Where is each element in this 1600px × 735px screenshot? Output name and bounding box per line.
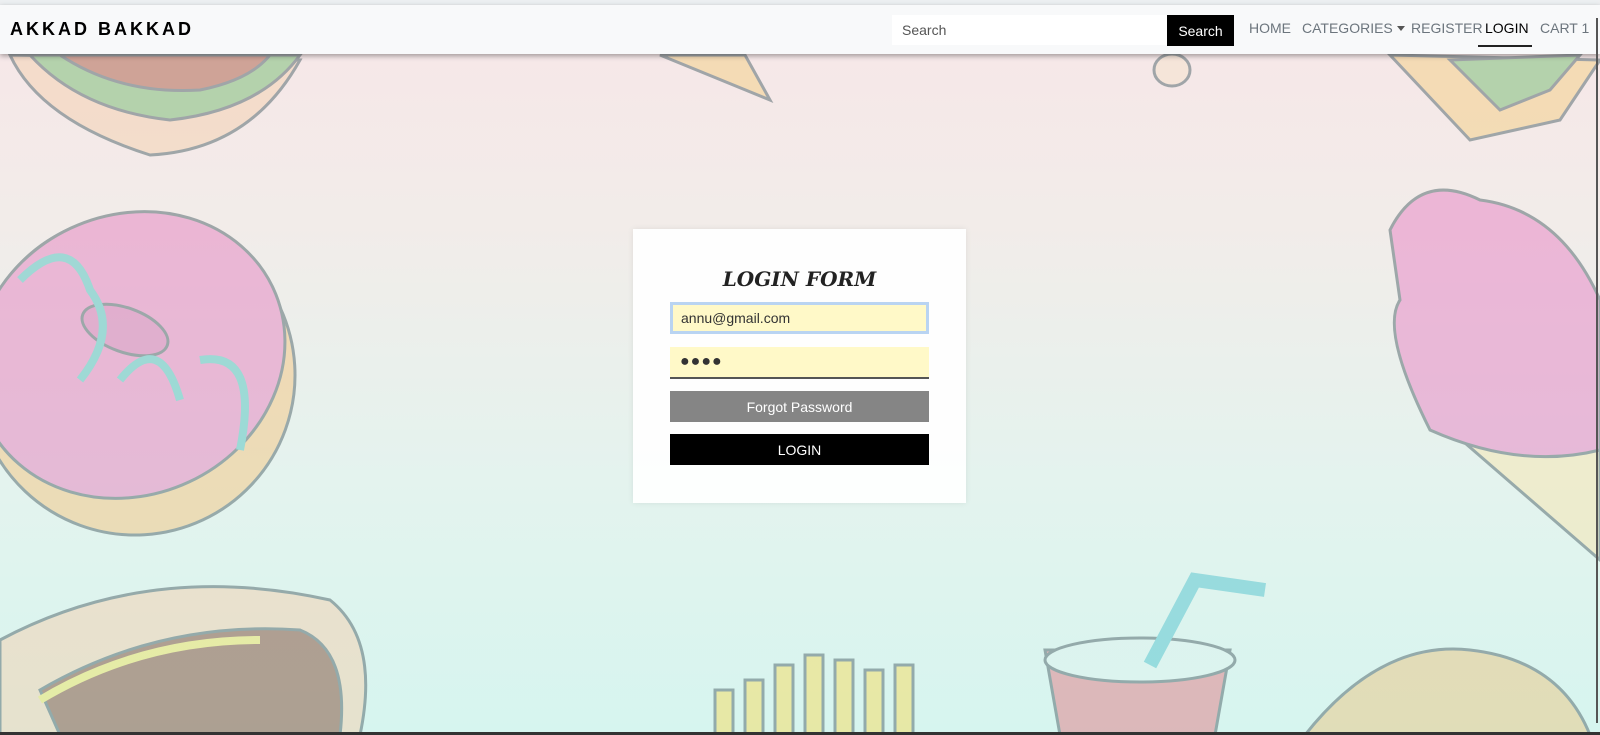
caret-down-icon <box>1396 25 1405 31</box>
top-navbar: AKKAD BAKKAD Search HOME CATEGORIES REGI… <box>0 5 1600 54</box>
search-input[interactable] <box>892 15 1168 45</box>
email-field[interactable]: annu@gmail.com <box>670 302 929 334</box>
login-button[interactable]: LOGIN <box>670 434 929 465</box>
brand-logo[interactable]: AKKAD BAKKAD <box>10 19 194 40</box>
nav-cart-link[interactable]: CART 1 <box>1540 20 1589 36</box>
login-form-card: LOGIN FORM annu@gmail.com ●●●● Forgot Pa… <box>633 229 966 503</box>
nav-categories-dropdown[interactable]: CATEGORIES <box>1302 20 1405 36</box>
nav-home-link[interactable]: HOME <box>1249 20 1291 36</box>
login-form-title: LOGIN FORM <box>722 267 877 291</box>
active-link-underline <box>1478 45 1532 47</box>
search-button[interactable]: Search <box>1167 15 1234 46</box>
nav-categories-label: CATEGORIES <box>1302 20 1393 36</box>
forgot-password-button[interactable]: Forgot Password <box>670 391 929 422</box>
password-mask: ●●●● <box>680 353 723 370</box>
nav-register-link[interactable]: REGISTER <box>1411 20 1483 36</box>
nav-login-link[interactable]: LOGIN <box>1485 20 1529 36</box>
password-field[interactable]: ●●●● <box>670 347 929 379</box>
page-scrollbar[interactable] <box>1596 18 1598 723</box>
email-field-value: annu@gmail.com <box>681 310 791 326</box>
